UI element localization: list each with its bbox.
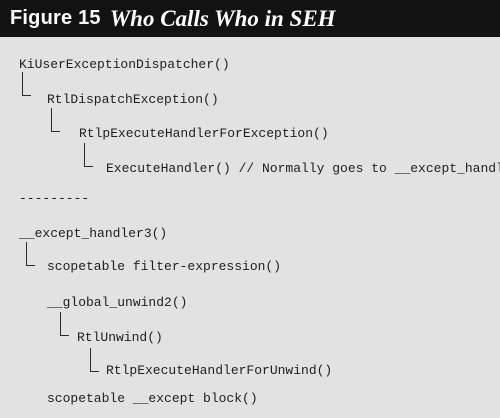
tree-connector [26,242,35,266]
code-line-4: ExecuteHandler() // Normally goes to __e… [106,161,500,176]
figure-panel: Figure 15 Who Calls Who in SEH KiUserExc… [0,0,500,418]
code-line-8: __global_unwind2() [47,295,188,310]
figure-header: Figure 15 Who Calls Who in SEH [0,0,500,37]
code-line-6: __except_handler3() [19,226,168,241]
figure-title: Who Calls Who in SEH [109,5,336,31]
figure-number: Figure 15 [10,7,101,29]
tree-connector [51,108,60,132]
code-listing: KiUserExceptionDispatcher() RtlDispatchE… [0,37,500,418]
code-line-2: RtlDispatchException() [47,92,219,107]
tree-connector [90,348,99,372]
tree-connector [22,72,31,96]
code-separator: --------- [19,191,90,206]
code-line-3: RtlpExecuteHandlerForException() [79,126,329,141]
code-line-1: KiUserExceptionDispatcher() [19,57,230,72]
code-line-9: RtlUnwind() [77,330,163,345]
code-line-10: RtlpExecuteHandlerForUnwind() [106,363,333,378]
tree-connector [84,143,93,167]
code-line-11: scopetable __except block() [47,391,258,406]
tree-connector [60,312,69,336]
code-line-7: scopetable filter-expression() [47,259,282,274]
